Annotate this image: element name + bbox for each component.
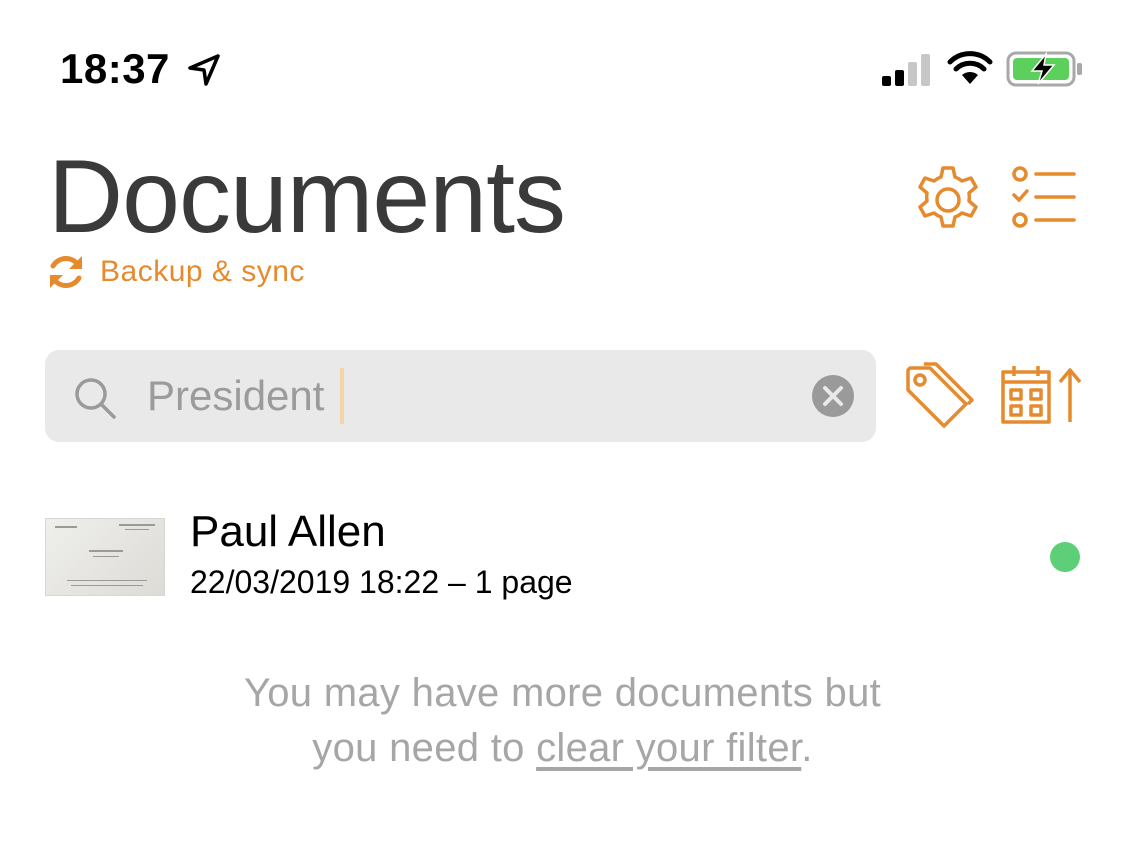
sync-icon — [50, 255, 82, 289]
document-meta: 22/03/2019 18:22 – 1 page — [190, 564, 573, 600]
location-arrow-icon — [188, 54, 220, 86]
wifi-icon — [947, 51, 993, 84]
cellular-signal-icon — [882, 54, 930, 86]
battery-charging-icon — [1006, 51, 1082, 87]
clear-filter-link[interactable]: clear your filter — [536, 726, 801, 770]
text-cursor — [340, 368, 344, 424]
status-time: 18:37 — [60, 45, 170, 92]
search-bar[interactable] — [45, 350, 876, 442]
filter-message-end: . — [801, 726, 813, 770]
sync-status-dot — [1050, 542, 1080, 572]
backup-sync-button[interactable]: Backup & sync — [46, 250, 305, 294]
filter-message: You may have more documents but you need… — [0, 666, 1125, 776]
clear-search-icon[interactable] — [811, 374, 855, 418]
document-title: Paul Allen — [190, 507, 386, 556]
calendar-sort-icon[interactable] — [1000, 364, 1084, 426]
filter-message-line1: You may have more documents but — [243, 671, 882, 715]
backup-sync-label: Backup & sync — [100, 255, 305, 288]
filter-message-prefix: you need to — [312, 726, 537, 770]
document-list-item[interactable]: Paul Allen 22/03/2019 18:22 – 1 page — [0, 500, 1125, 620]
checklist-icon[interactable] — [1006, 164, 1078, 230]
tag-icon[interactable] — [904, 360, 974, 432]
search-icon — [75, 378, 116, 419]
search-input[interactable] — [147, 364, 787, 428]
page-title: Documents — [48, 139, 566, 255]
filter-message-line2: you need to clear your filter. — [0, 721, 1125, 776]
gear-icon[interactable] — [912, 164, 984, 236]
business-card-thumbnail — [45, 518, 165, 596]
